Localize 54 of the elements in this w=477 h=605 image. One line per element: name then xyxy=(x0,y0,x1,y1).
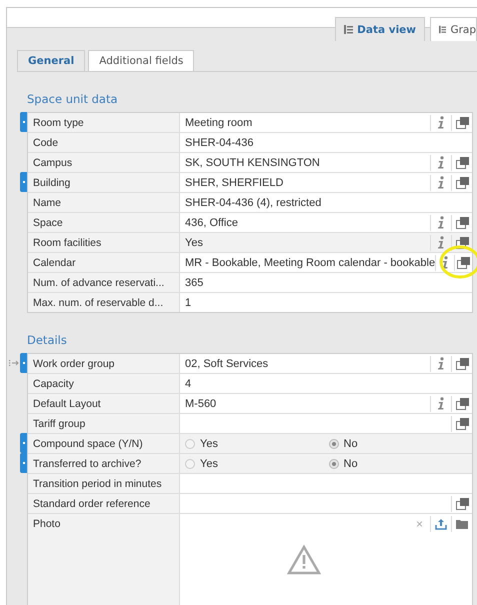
info-icon[interactable] xyxy=(437,216,445,229)
popup-window-icon[interactable] xyxy=(456,116,468,128)
popup-window-icon[interactable] xyxy=(456,216,468,228)
field-value[interactable]: 436, Office xyxy=(180,213,472,232)
info-icon[interactable] xyxy=(437,236,445,249)
field-value[interactable] xyxy=(180,414,472,433)
radio-label: No xyxy=(344,438,358,450)
field-value[interactable] xyxy=(180,494,472,513)
info-icon[interactable] xyxy=(437,176,445,189)
popup-window-icon[interactable] xyxy=(456,236,468,248)
popup-window-icon[interactable] xyxy=(456,418,468,430)
field-value[interactable]: 365 xyxy=(180,273,472,292)
field-value[interactable]: SHER, SHERFIELD xyxy=(180,173,472,192)
info-icon[interactable] xyxy=(437,156,445,169)
view-tab[interactable]: Grap xyxy=(430,17,477,41)
popup-window-icon[interactable] xyxy=(456,256,470,268)
radio-button[interactable] xyxy=(328,458,338,468)
popup-window-icon[interactable] xyxy=(456,358,468,370)
list-icon xyxy=(344,25,354,34)
view-tab[interactable]: Data view xyxy=(335,17,425,41)
radio-button[interactable] xyxy=(328,438,338,448)
field-value[interactable]: SK, SOUTH KENSINGTON xyxy=(180,153,472,172)
popup-window-icon[interactable] xyxy=(456,398,468,410)
upload-icon[interactable] xyxy=(435,518,447,530)
section-title: Space unit data xyxy=(27,92,119,106)
info-icon[interactable] xyxy=(440,256,449,269)
popup-window-icon[interactable] xyxy=(456,156,468,168)
highlight-ring xyxy=(438,244,477,280)
list-icon xyxy=(439,25,446,34)
field-value[interactable]: SHER-04-436 (4), restricted xyxy=(180,193,472,212)
field-value[interactable] xyxy=(180,474,472,493)
popup-window-icon[interactable] xyxy=(456,498,468,510)
radio-button[interactable] xyxy=(185,438,195,448)
tab[interactable]: General xyxy=(17,50,86,71)
radio-label: Yes xyxy=(200,458,218,470)
radio-label: Yes xyxy=(200,438,218,450)
radio-label: No xyxy=(344,458,358,470)
drag-handle-icon[interactable] xyxy=(9,360,19,366)
info-icon[interactable] xyxy=(437,397,445,410)
field-value[interactable]: Meeting room xyxy=(180,113,472,132)
field-value[interactable]: 4 xyxy=(180,374,472,393)
radio-button[interactable] xyxy=(185,458,195,468)
info-icon[interactable] xyxy=(437,357,445,370)
field-value[interactable]: MR - Bookable, Meeting Room calendar - bookable xyxy=(180,253,472,272)
folder-icon[interactable] xyxy=(456,519,468,529)
field-value[interactable]: SHER-04-436 xyxy=(180,133,472,152)
popup-window-icon[interactable] xyxy=(456,176,468,188)
field-value[interactable]: 02, Soft Services xyxy=(180,354,472,373)
section-title: Details xyxy=(27,333,68,347)
warning-icon xyxy=(287,545,321,575)
field-value[interactable]: M-560 xyxy=(180,394,472,413)
field-value[interactable]: 1 xyxy=(180,293,472,312)
info-icon[interactable] xyxy=(437,116,445,129)
tab[interactable]: Additional fields xyxy=(88,50,194,71)
